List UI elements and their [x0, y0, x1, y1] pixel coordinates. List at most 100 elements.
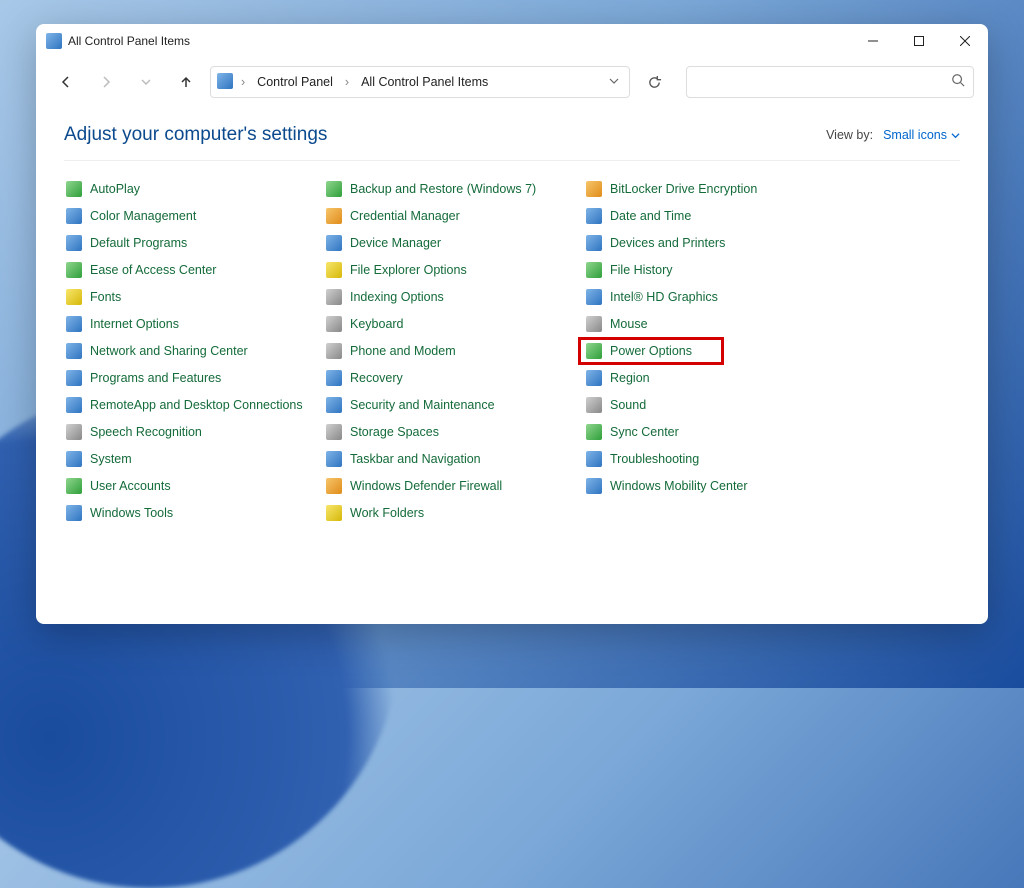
search-box[interactable]	[686, 66, 974, 98]
cp-item-label: Recovery	[350, 371, 403, 385]
cp-item-label: Fonts	[90, 290, 121, 304]
cp-item-mouse[interactable]: Mouse	[584, 314, 844, 334]
autoplay-icon	[66, 181, 82, 197]
cp-item-default-programs[interactable]: Default Programs	[64, 233, 324, 253]
breadcrumb-current[interactable]: All Control Panel Items	[357, 73, 492, 91]
cp-item-intel-hd-graphics[interactable]: Intel® HD Graphics	[584, 287, 844, 307]
cp-item-security-and-maintenance[interactable]: Security and Maintenance	[324, 395, 584, 415]
cp-item-storage-spaces[interactable]: Storage Spaces	[324, 422, 584, 442]
cp-item-windows-tools[interactable]: Windows Tools	[64, 503, 324, 523]
cp-item-fonts[interactable]: Fonts	[64, 287, 324, 307]
cp-item-label: Devices and Printers	[610, 236, 725, 250]
cp-item-label: Backup and Restore (Windows 7)	[350, 182, 536, 196]
cp-item-label: Keyboard	[350, 317, 404, 331]
cp-item-network-and-sharing-center[interactable]: Network and Sharing Center	[64, 341, 324, 361]
cp-item-devices-and-printers[interactable]: Devices and Printers	[584, 233, 844, 253]
cp-item-speech-recognition[interactable]: Speech Recognition	[64, 422, 324, 442]
cp-item-color-management[interactable]: Color Management	[64, 206, 324, 226]
refresh-button[interactable]	[638, 66, 670, 98]
cp-item-date-and-time[interactable]: Date and Time	[584, 206, 844, 226]
cp-item-internet-options[interactable]: Internet Options	[64, 314, 324, 334]
cp-item-label: Troubleshooting	[610, 452, 699, 466]
bitlocker-drive-encryption-icon	[586, 181, 602, 197]
cp-item-bitlocker-drive-encryption[interactable]: BitLocker Drive Encryption	[584, 179, 844, 199]
file-explorer-options-icon	[326, 262, 342, 278]
cp-item-phone-and-modem[interactable]: Phone and Modem	[324, 341, 584, 361]
cp-item-label: System	[90, 452, 132, 466]
chevron-down-icon	[951, 131, 960, 140]
system-icon	[66, 451, 82, 467]
cp-item-label: User Accounts	[90, 479, 171, 493]
items-grid: AutoPlay Backup and Restore (Windows 7) Bi…	[64, 179, 960, 523]
cp-item-recovery[interactable]: Recovery	[324, 368, 584, 388]
storage-spaces-icon	[326, 424, 342, 440]
cp-item-label: Credential Manager	[350, 209, 460, 223]
cp-item-power-options[interactable]: Power Options	[584, 341, 844, 361]
cp-item-user-accounts[interactable]: User Accounts	[64, 476, 324, 496]
back-button[interactable]	[50, 66, 82, 98]
breadcrumb-root[interactable]: Control Panel	[253, 73, 337, 91]
cp-item-label: File History	[610, 263, 673, 277]
minimize-button[interactable]	[850, 24, 896, 58]
programs-and-features-icon	[66, 370, 82, 386]
work-folders-icon	[326, 505, 342, 521]
cp-item-label: Storage Spaces	[350, 425, 439, 439]
recovery-icon	[326, 370, 342, 386]
cp-item-label: Sync Center	[610, 425, 679, 439]
recent-locations-button[interactable]	[130, 66, 162, 98]
cp-item-label: Windows Mobility Center	[610, 479, 748, 493]
cp-item-windows-defender-firewall[interactable]: Windows Defender Firewall	[324, 476, 584, 496]
cp-item-taskbar-and-navigation[interactable]: Taskbar and Navigation	[324, 449, 584, 469]
cp-item-label: Date and Time	[610, 209, 691, 223]
cp-item-sync-center[interactable]: Sync Center	[584, 422, 844, 442]
cp-item-label: Mouse	[610, 317, 648, 331]
search-input[interactable]	[695, 74, 951, 90]
cp-item-credential-manager[interactable]: Credential Manager	[324, 206, 584, 226]
troubleshooting-icon	[586, 451, 602, 467]
cp-item-label: Region	[610, 371, 650, 385]
cp-item-work-folders[interactable]: Work Folders	[324, 503, 584, 523]
cp-item-label: Default Programs	[90, 236, 187, 250]
keyboard-icon	[326, 316, 342, 332]
page-heading: Adjust your computer's settings	[64, 124, 327, 146]
content-header: Adjust your computer's settings View by:…	[64, 124, 960, 161]
cp-item-file-history[interactable]: File History	[584, 260, 844, 280]
remoteapp-and-desktop-connections-icon	[66, 397, 82, 413]
forward-button[interactable]	[90, 66, 122, 98]
cp-item-indexing-options[interactable]: Indexing Options	[324, 287, 584, 307]
cp-item-programs-and-features[interactable]: Programs and Features	[64, 368, 324, 388]
cp-item-ease-of-access-center[interactable]: Ease of Access Center	[64, 260, 324, 280]
view-by-dropdown[interactable]: Small icons	[883, 128, 960, 142]
power-options-icon	[586, 343, 602, 359]
ease-of-access-center-icon	[66, 262, 82, 278]
sound-icon	[586, 397, 602, 413]
titlebar: All Control Panel Items	[36, 24, 988, 58]
network-and-sharing-center-icon	[66, 343, 82, 359]
cp-item-file-explorer-options[interactable]: File Explorer Options	[324, 260, 584, 280]
cp-item-troubleshooting[interactable]: Troubleshooting	[584, 449, 844, 469]
address-bar[interactable]: › Control Panel › All Control Panel Item…	[210, 66, 630, 98]
cp-item-label: Security and Maintenance	[350, 398, 495, 412]
search-icon[interactable]	[951, 73, 965, 92]
date-and-time-icon	[586, 208, 602, 224]
phone-and-modem-icon	[326, 343, 342, 359]
cp-item-device-manager[interactable]: Device Manager	[324, 233, 584, 253]
maximize-button[interactable]	[896, 24, 942, 58]
cp-item-backup-and-restore-windows-7[interactable]: Backup and Restore (Windows 7)	[324, 179, 584, 199]
cp-item-region[interactable]: Region	[584, 368, 844, 388]
cp-item-sound[interactable]: Sound	[584, 395, 844, 415]
up-button[interactable]	[170, 66, 202, 98]
close-button[interactable]	[942, 24, 988, 58]
cp-item-system[interactable]: System	[64, 449, 324, 469]
cp-item-keyboard[interactable]: Keyboard	[324, 314, 584, 334]
cp-item-label: Windows Defender Firewall	[350, 479, 502, 493]
address-bar-dropdown[interactable]	[605, 75, 623, 89]
cp-item-label: Power Options	[610, 344, 692, 358]
file-history-icon	[586, 262, 602, 278]
cp-item-windows-mobility-center[interactable]: Windows Mobility Center	[584, 476, 844, 496]
cp-item-label: Windows Tools	[90, 506, 173, 520]
cp-item-autoplay[interactable]: AutoPlay	[64, 179, 324, 199]
cp-item-remoteapp-and-desktop-connections[interactable]: RemoteApp and Desktop Connections	[64, 395, 324, 415]
cp-item-label: Ease of Access Center	[90, 263, 216, 277]
device-manager-icon	[326, 235, 342, 251]
